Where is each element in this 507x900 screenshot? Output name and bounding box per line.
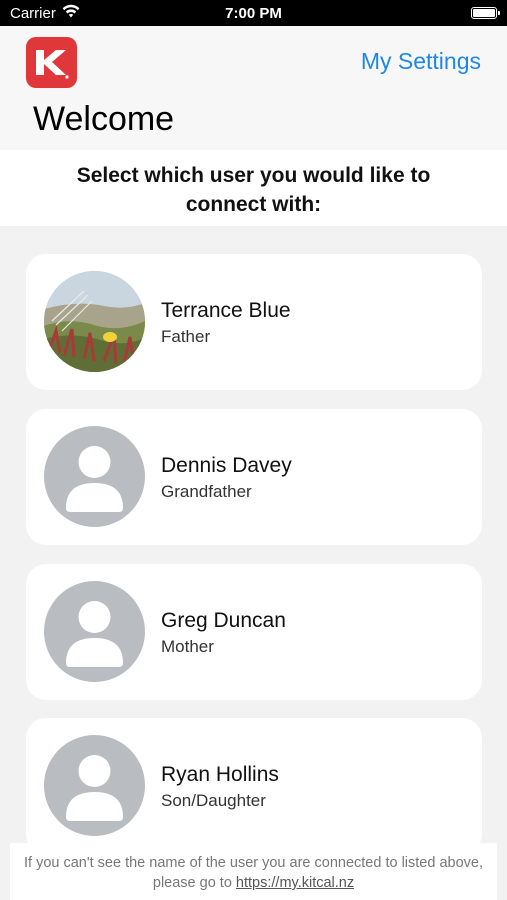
user-card[interactable]: Terrance Blue Father <box>26 254 482 390</box>
user-placeholder-icon <box>44 426 145 527</box>
prompt-text: Select which user you would like to conn… <box>76 164 431 216</box>
logo-k-icon <box>36 50 69 79</box>
user-role: Grandfather <box>161 482 252 501</box>
my-settings-link[interactable]: My Settings <box>361 48 481 75</box>
footer-note: If you can't see the name of the user yo… <box>10 843 497 900</box>
user-name: Greg Duncan <box>161 609 286 632</box>
page-title: Welcome <box>33 100 175 138</box>
user-name: Terrance Blue <box>161 299 291 322</box>
app-logo <box>26 37 77 88</box>
user-name: Ryan Hollins <box>161 763 279 786</box>
user-card[interactable]: Greg Duncan Mother <box>26 564 482 700</box>
user-avatar-photo <box>44 271 145 372</box>
user-role: Father <box>161 327 211 346</box>
header: My Settings Welcome <box>0 26 507 150</box>
clock: 7:00 PM <box>225 5 282 22</box>
user-placeholder-icon <box>44 581 145 682</box>
kitcal-link[interactable]: https://my.kitcal.nz <box>236 875 354 891</box>
user-card[interactable]: Dennis Davey Grandfather <box>26 409 482 545</box>
status-bar: Carrier 7:00 PM <box>0 0 507 26</box>
battery-icon <box>471 7 500 19</box>
user-name: Dennis Davey <box>161 454 292 477</box>
user-role: Mother <box>161 637 214 656</box>
user-role: Son/Daughter <box>161 791 266 810</box>
prompt-band: Select which user you would like to conn… <box>0 150 507 226</box>
user-card[interactable]: Ryan Hollins Son/Daughter <box>26 718 482 854</box>
user-placeholder-icon <box>44 735 145 836</box>
